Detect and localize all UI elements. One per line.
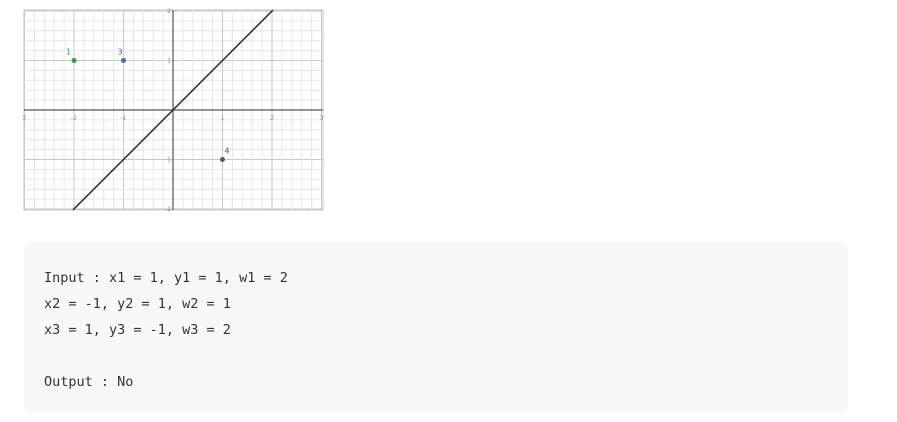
point-1 bbox=[71, 58, 77, 63]
point-label-1: 1 bbox=[66, 48, 71, 57]
y-tick-label: -2 bbox=[165, 206, 171, 213]
point-label-3: 3 bbox=[118, 48, 123, 57]
x-tick-label: 3 bbox=[320, 115, 324, 122]
graph-image: -2 -1 1 2 3 3 2 1 -1 -2 1 3 4 bbox=[0, 0, 330, 215]
point-3 bbox=[121, 58, 126, 63]
input-line-2: x2 = -1, y2 = 1, w2 = 1 bbox=[44, 296, 231, 312]
coordinate-graph: -2 -1 1 2 3 3 2 1 -1 -2 1 3 4 bbox=[22, 8, 324, 213]
x-tick-label-edge: 3 bbox=[22, 115, 26, 122]
example-code-block: Input : x1 = 1, y1 = 1, w1 = 2 x2 = -1, … bbox=[24, 242, 848, 413]
point-label-4: 4 bbox=[225, 147, 230, 156]
x-tick-label: -1 bbox=[121, 115, 127, 122]
x-tick-label: 2 bbox=[270, 115, 274, 122]
y-tick-label: -1 bbox=[165, 157, 171, 164]
input-line-1: Input : x1 = 1, y1 = 1, w1 = 2 bbox=[44, 270, 288, 286]
x-tick-label: -2 bbox=[71, 115, 77, 122]
output-line: Output : No bbox=[44, 374, 134, 390]
point-4 bbox=[220, 157, 225, 162]
x-tick-label: 1 bbox=[221, 115, 225, 122]
input-line-3: x3 = 1, y3 = -1, w3 = 2 bbox=[44, 322, 231, 338]
page: -2 -1 1 2 3 3 2 1 -1 -2 1 3 4 Input : x1 = 1, y1 = … bbox=[0, 0, 897, 422]
y-tick-label: 1 bbox=[167, 58, 171, 65]
y-tick-label: 2 bbox=[167, 8, 171, 15]
